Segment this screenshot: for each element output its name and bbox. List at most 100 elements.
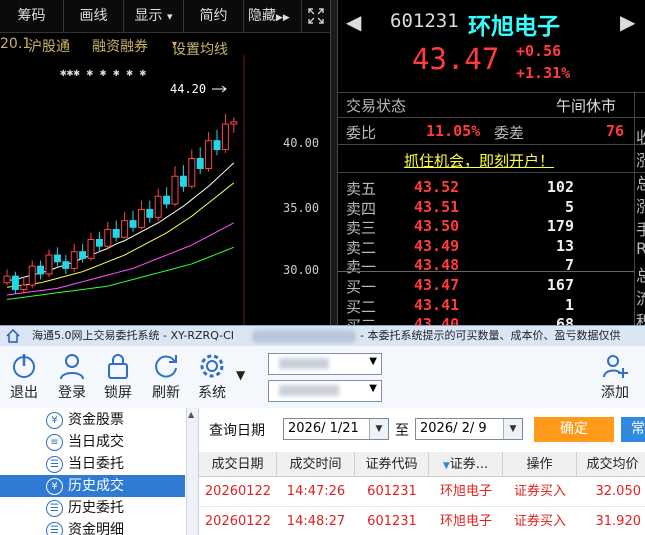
to-label: 至 [395,423,409,439]
price-block: 43.47 +0.56 +1.31% [338,42,645,82]
ma-value: 20.1 [0,36,32,52]
nav-item[interactable]: ☰ 资金明细 [0,519,185,535]
candle-body [37,265,45,275]
sell-level-price: 43.52 [414,178,460,196]
system-button[interactable]: 系统 [188,346,236,406]
extra-button[interactable]: 常 [621,417,645,442]
quote-side-char: 涨 [636,151,645,170]
buy-level-row[interactable]: 买一 43.47 167 [338,276,645,296]
table-row[interactable]: 20260122 14:48:27 601231 环旭电子 证券买入 31.920 [199,507,645,535]
login-button[interactable]: 登录 [48,346,96,406]
chevron-down-icon: ▼ [369,383,377,394]
nav-item[interactable]: ≡ 当日成交 [0,431,185,453]
candle-body [53,254,61,263]
sell-level-volume: 13 [555,236,574,255]
fullscreen-icon [308,8,324,24]
column-header[interactable]: ▼证券... [429,452,503,477]
column-header[interactable]: 操作 [503,452,577,477]
sell-level-label: 卖五 [346,180,377,198]
quote-side-char: 手 [636,220,645,239]
candle-body [95,239,103,247]
column-header[interactable]: 证券代码 [355,452,429,477]
account-select-2[interactable]: ▼ [268,380,382,402]
hk-connect-link[interactable]: 沪股通 [28,36,70,56]
buy-level-row[interactable]: 买三 43.40 68 [338,315,645,325]
next-stock-icon[interactable]: ▶ [620,10,635,34]
trade-window-titlebar: 海通5.0网上交易委托系统 - XY-RZRQ-CI - 本委托系统提示的可买数… [0,325,645,346]
margin-trading-link[interactable]: 融资融券 [92,36,148,56]
toolbar-display-button[interactable]: 显示 ▾ [124,0,184,32]
nav-item[interactable]: ☰ 历史委托 [0,497,185,519]
nav-item[interactable]: ☰ 当日委托 [0,453,185,475]
refresh-icon [155,355,177,378]
price-change: +0.56 [516,42,562,60]
nav-item-label: 当日委托 [68,456,124,472]
prev-stock-icon[interactable]: ◀ [346,10,361,34]
nav-item[interactable]: ¥ 资金股票 [0,409,185,431]
toolbar-simple-button[interactable]: 简约 [184,0,244,32]
candle-body [28,265,36,286]
nav-item-label: 资金明细 [68,522,124,535]
panel-divider[interactable] [330,0,338,325]
sell-level-price: 43.50 [414,217,460,235]
chevron-down-icon: ▼ [369,419,388,439]
refresh-button[interactable]: 刷新 [142,346,190,406]
gear-icon [200,354,224,378]
sell-level-row[interactable]: 卖二 43.49 13 [338,237,645,257]
table-row[interactable]: 20260122 14:47:26 601231 环旭电子 证券买入 32.050 [199,477,645,507]
sell-level-row[interactable]: 卖五 43.52 102 [338,178,645,198]
buy-level-row[interactable]: 买二 43.41 1 [338,296,645,316]
toolbar-hide-button[interactable]: 隐藏▶▶ [244,0,302,32]
candle-body [112,229,120,238]
column-header[interactable]: 成交日期 [199,452,277,477]
column-header-label: 成交日期 [211,457,264,472]
y-tick-label: 30.00 [283,263,319,277]
buy-level-price: 43.41 [414,295,460,314]
nav-item-icon: ☰ [46,522,63,535]
y-tick-label: 35.00 [283,201,319,215]
confirm-button[interactable]: 确定 [534,417,614,442]
fullscreen-button[interactable] [302,0,330,32]
add-user-icon [603,355,628,378]
toolbar-draw-button[interactable]: 画线 [64,0,124,32]
blurred-account [252,330,356,343]
nav-item-icon: ☰ [46,500,63,517]
candle-body [121,220,129,238]
exit-button[interactable]: 退出 [0,346,48,406]
moving-average-line [6,222,235,296]
candle-body [146,209,154,218]
quote-side-char: 流 [636,289,645,308]
sell-level-row[interactable]: 卖一 43.48 7 [338,256,645,276]
candle-body [230,121,238,125]
table-cell: 环旭电子 [429,507,503,535]
last-price: 43.47 [412,42,500,76]
sell-level-volume: 5 [564,197,574,216]
blurred-account [279,385,339,396]
kline-chart[interactable]: ✱✱✱ ✱ ✱ ✱ ✱ ✱ 44.20 40.00 35.00 30.00 [0,55,330,325]
account-select-1[interactable]: ▼ [268,353,382,375]
column-header[interactable]: 成交时间 [277,452,355,477]
open-account-link[interactable]: 抓住机会，即刻开户！ [404,150,554,171]
status-label: 交易状态 [346,97,407,115]
sell-level-price: 43.49 [414,236,460,255]
window-title: 海通5.0网上交易委托系统 - XY-RZRQ-CI [32,329,235,342]
sell-level-row[interactable]: 卖四 43.51 5 [338,198,645,218]
column-header[interactable]: 成交均价 [577,452,645,477]
chevron-down-icon[interactable]: ▼ [236,368,245,382]
date-from-picker[interactable]: 2026/ 1/21 ▼ [283,418,389,440]
lock-button[interactable]: 锁屏 [94,346,142,406]
table-cell: 证券买入 [503,507,577,535]
nav-item-label: 历史委托 [68,500,124,516]
column-header-label: 证券代码 [365,457,418,472]
nav-scrollbar[interactable]: ▲ [186,408,198,535]
quote-side-char: R [636,239,645,258]
add-button[interactable]: 添加 [590,346,640,406]
toolbar-chips-button[interactable]: 筹码 [0,0,64,32]
date-to-picker[interactable]: 2026/ 2/ 9 ▼ [415,418,523,440]
table-cell: 环旭电子 [429,477,503,507]
sell-level-row[interactable]: 卖三 43.50 179 [338,217,645,237]
nav-item[interactable]: ¥ 历史成交 [0,475,185,497]
scroll-up-icon[interactable]: ▲ [188,410,194,419]
chevron-down-icon: ▼ [369,356,377,367]
sell-level-volume: 179 [546,217,574,235]
